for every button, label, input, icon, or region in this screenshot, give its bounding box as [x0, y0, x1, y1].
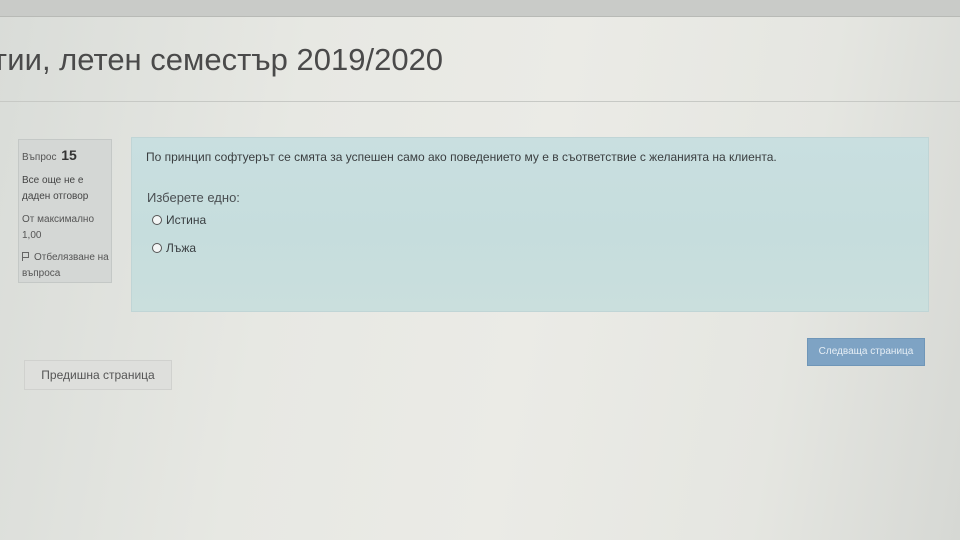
question-number-label: Въпрос	[22, 152, 57, 163]
answer-option-false-label: Лъжа	[166, 241, 197, 255]
question-info-panel: Въпрос 15 Все още не е даден отговор От …	[18, 139, 112, 283]
question-state: Все още не е даден отговор	[22, 175, 89, 202]
question-number-value: 15	[61, 147, 77, 163]
radio-button-false[interactable]	[152, 243, 162, 253]
flag-icon	[22, 252, 30, 261]
question-content-panel: По принцип софтуерът се смята за успешен…	[131, 137, 929, 312]
page-title: гии, летен семестър 2019/2020	[0, 42, 444, 77]
answer-prompt: Изберете едно:	[147, 190, 240, 205]
question-number: Въпрос 15	[22, 147, 111, 163]
radio-button-true[interactable]	[152, 215, 162, 225]
browser-top-strip	[0, 0, 960, 17]
flag-question-link[interactable]: Отбелязване на въпроса	[22, 250, 111, 282]
next-page-button[interactable]: Следваща страница	[807, 338, 925, 366]
answer-option-true-label: Истина	[166, 213, 207, 227]
question-grade: От максимално 1,00	[22, 214, 95, 241]
question-text: По принцип софтуерът се смята за успешен…	[146, 150, 777, 164]
header-divider	[0, 101, 960, 102]
answer-option-false[interactable]: Лъжа	[152, 241, 196, 255]
previous-page-button[interactable]: Предишна страница	[24, 360, 172, 390]
answer-option-true[interactable]: Истина	[152, 213, 206, 227]
flag-question-label: Отбелязване на въпроса	[22, 252, 109, 279]
